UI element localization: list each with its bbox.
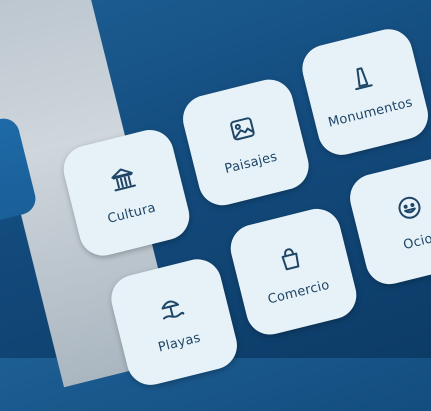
category-tile-monumentos[interactable]: Monumentos	[297, 24, 431, 160]
category-label-monumentos: Monumentos	[326, 94, 414, 131]
monument-icon	[345, 61, 380, 99]
category-tile-paisajes[interactable]: Paisajes	[177, 74, 314, 211]
category-tile-playas[interactable]: Playas	[106, 254, 243, 390]
category-label-cultura: Cultura	[105, 199, 158, 227]
category-tile-cultura[interactable]: Cultura	[58, 124, 195, 261]
beach-umbrella-icon	[154, 291, 189, 329]
landscape-image-icon	[225, 111, 260, 149]
category-label-playas: Playas	[156, 329, 202, 355]
category-label-comercio: Comercio	[266, 277, 332, 308]
category-tile-ocio[interactable]: Ocio	[344, 153, 431, 290]
category-tile-comercio[interactable]: Comercio	[225, 203, 362, 340]
shopping-bag-icon	[273, 241, 308, 279]
category-label-paisajes: Paisajes	[223, 149, 279, 177]
museum-icon	[106, 162, 141, 200]
category-grid: Cultura Paisajes Monumentos Playas Comer…	[0, 0, 431, 405]
smiley-face-icon	[392, 190, 427, 228]
category-label-ocio: Ocio	[401, 230, 431, 253]
